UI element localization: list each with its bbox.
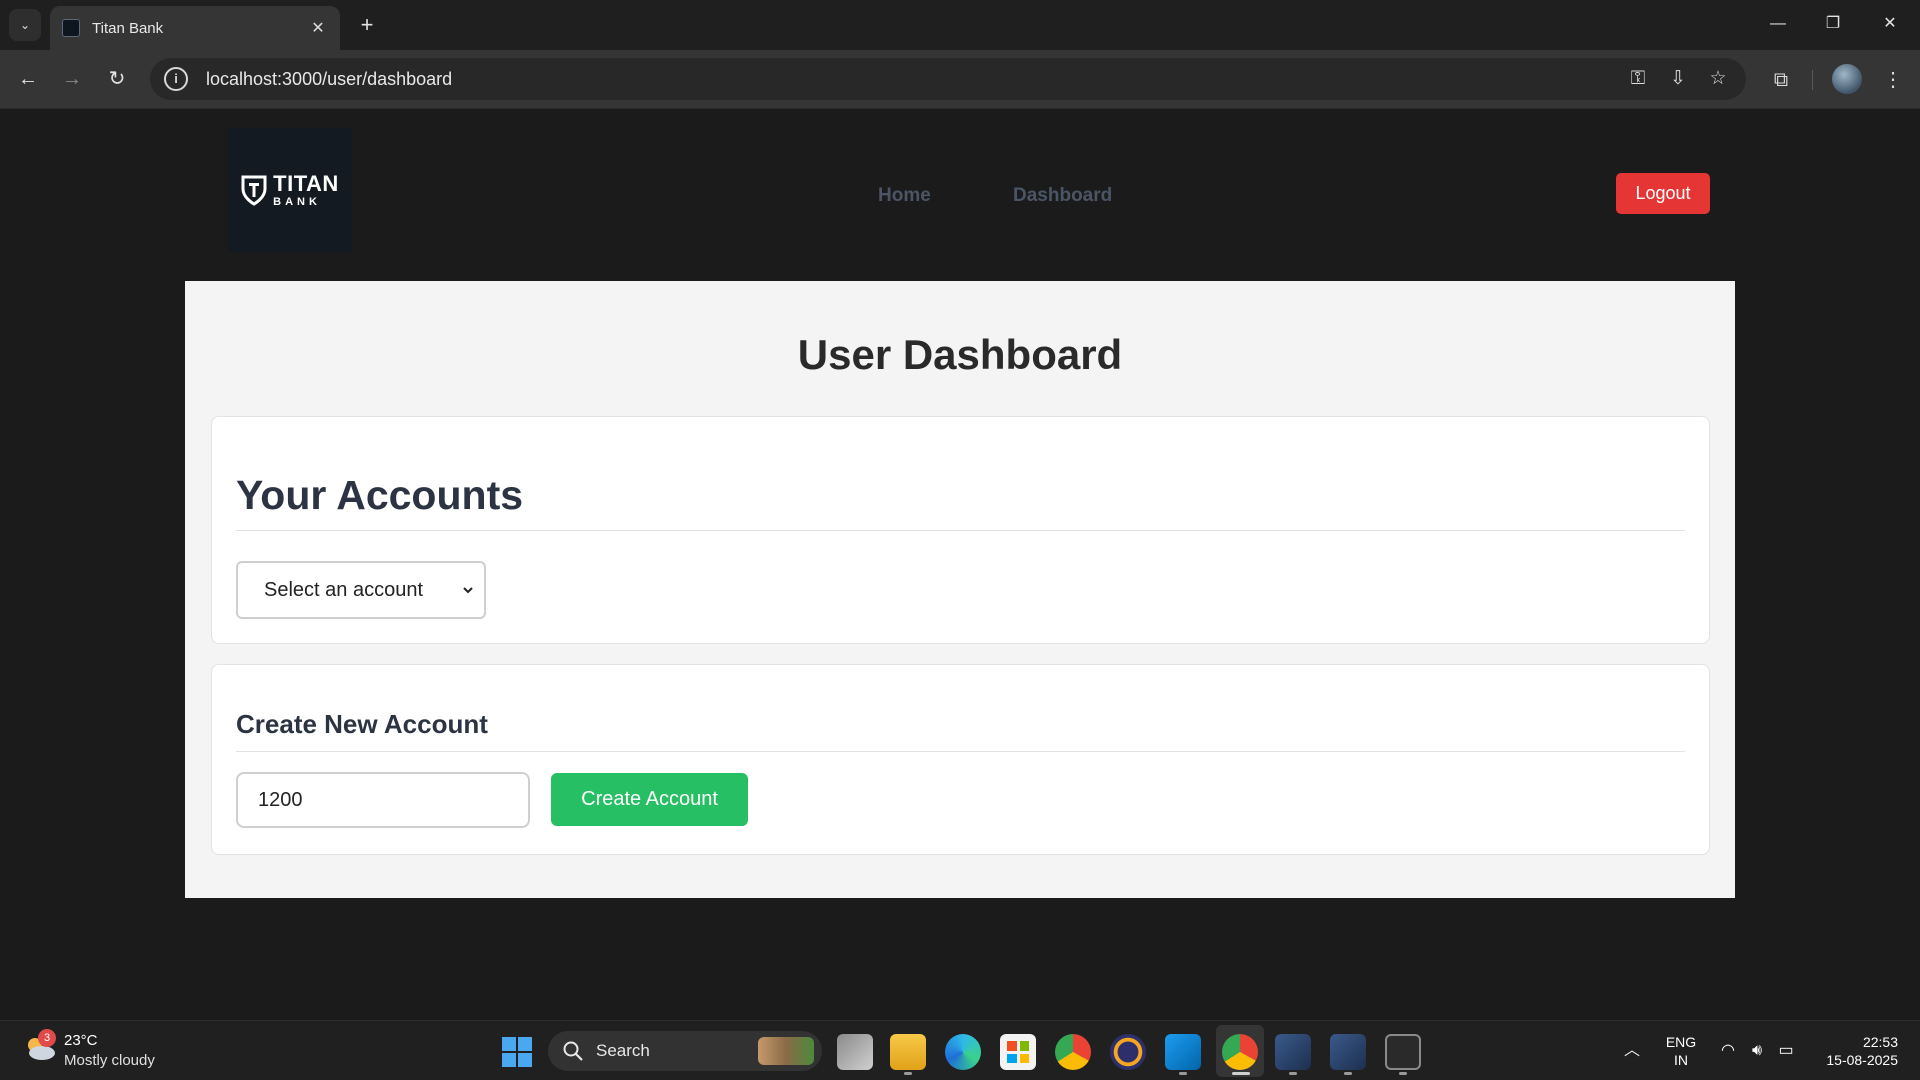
running-indicator: [1344, 1072, 1352, 1075]
logo-title: TITAN: [273, 170, 339, 196]
clock-time: 22:53: [1862, 1034, 1898, 1050]
volume-icon[interactable]: 🔊︎: [1745, 1039, 1769, 1063]
microsoft-store-icon[interactable]: [1000, 1034, 1036, 1070]
tab-favicon-icon: [62, 19, 80, 37]
chrome-active-icon[interactable]: [1222, 1034, 1258, 1070]
new-tab-button[interactable]: +: [352, 10, 382, 40]
address-bar[interactable]: i localhost:3000/user/dashboard ⚿ ⇩ ☆: [150, 58, 1746, 100]
create-account-heading: Create New Account: [236, 709, 488, 739]
running-indicator: [1289, 1072, 1297, 1075]
weather-temperature: 23°C: [64, 1032, 98, 1049]
profile-avatar[interactable]: [1832, 64, 1862, 94]
minimize-icon[interactable]: —: [1760, 8, 1796, 40]
create-account-card: Create New Account Create Account: [211, 664, 1710, 855]
clock-date: 15-08-2025: [1826, 1052, 1898, 1068]
edge-browser-icon[interactable]: [945, 1034, 981, 1070]
input-language[interactable]: ENG IN: [1662, 1033, 1700, 1069]
toolbar-divider: [1812, 70, 1813, 90]
wifi-icon[interactable]: ◠: [1716, 1039, 1740, 1063]
install-app-icon[interactable]: ⇩: [1662, 63, 1694, 95]
url-text[interactable]: localhost:3000/user/dashboard: [206, 69, 452, 90]
accounts-heading: Your Accounts: [236, 472, 524, 518]
browser-toolbar: ← → ↻ i localhost:3000/user/dashboard ⚿ …: [0, 50, 1920, 109]
account-select-value: Select an account: [264, 578, 423, 601]
account-select[interactable]: Select an account: [236, 561, 486, 619]
weather-description: Mostly cloudy: [64, 1052, 155, 1069]
windows-start-icon[interactable]: [502, 1037, 532, 1067]
bookmark-star-icon[interactable]: ☆: [1702, 63, 1734, 95]
terminal-icon[interactable]: [1385, 1034, 1421, 1070]
titan-bank-logo[interactable]: TITAN BANK: [228, 128, 352, 252]
dashboard-panel: User Dashboard Your Accounts Select an a…: [185, 281, 1735, 898]
running-indicator: [1179, 1072, 1187, 1075]
eclipse-ide-icon[interactable]: [1110, 1034, 1146, 1070]
nav-dashboard-link[interactable]: Dashboard: [1013, 185, 1112, 207]
show-hidden-icons-icon[interactable]: ︿: [1620, 1039, 1644, 1063]
chrome-icon[interactable]: [1055, 1034, 1091, 1070]
windows-taskbar: 3 23°C Mostly cloudy Search ︿ ENG IN ◠ 🔊…: [0, 1020, 1920, 1080]
create-account-button[interactable]: Create Account: [551, 773, 748, 826]
initial-amount-input[interactable]: [236, 772, 530, 828]
site-info-icon[interactable]: i: [164, 67, 188, 91]
mysql-workbench-icon-2[interactable]: [1330, 1034, 1366, 1070]
accounts-divider: [236, 530, 1685, 531]
logo-subtitle: BANK: [273, 195, 321, 208]
web-page: TITAN BANK Home Dashboard Logout User Da…: [0, 110, 1920, 1020]
active-indicator: [1232, 1072, 1250, 1075]
nav-home-link[interactable]: Home: [878, 185, 931, 207]
mysql-workbench-icon[interactable]: [1275, 1034, 1311, 1070]
create-account-divider: [236, 751, 1685, 752]
page-title: User Dashboard: [797, 331, 1123, 378]
task-view-icon[interactable]: [837, 1034, 873, 1070]
reload-icon[interactable]: ↻: [101, 63, 133, 95]
forward-arrow-icon[interactable]: →: [56, 63, 88, 95]
chevron-down-icon: [463, 587, 473, 594]
file-explorer-icon[interactable]: [890, 1034, 926, 1070]
password-key-icon[interactable]: ⚿: [1622, 63, 1654, 95]
region-code: IN: [1674, 1052, 1688, 1068]
tab-title: Titan Bank: [92, 19, 164, 37]
accounts-card: Your Accounts Select an account: [211, 416, 1710, 644]
search-icon: [563, 1041, 583, 1061]
extensions-icon[interactable]: ⧉: [1764, 63, 1798, 97]
browser-tab[interactable]: Titan Bank ✕: [50, 6, 340, 50]
running-indicator: [904, 1072, 912, 1075]
search-highlight-image: [758, 1037, 814, 1065]
back-arrow-icon[interactable]: ←: [12, 63, 44, 95]
shield-logo-icon: [241, 175, 267, 206]
language-code: ENG: [1665, 1034, 1697, 1050]
logout-button[interactable]: Logout: [1616, 173, 1710, 214]
search-label: Search: [596, 1041, 650, 1060]
running-indicator: [1399, 1072, 1407, 1075]
system-clock[interactable]: 22:53 15-08-2025: [1806, 1033, 1898, 1069]
browser-menu-icon[interactable]: ⋮: [1876, 63, 1910, 97]
window-close-icon[interactable]: ✕: [1872, 8, 1908, 40]
weather-badge: 3: [38, 1029, 56, 1047]
browser-tab-strip: ⌄ Titan Bank ✕ + — ❐ ✕: [0, 0, 1920, 50]
taskbar-search[interactable]: Search: [548, 1031, 822, 1071]
restore-icon[interactable]: ❐: [1815, 8, 1851, 40]
battery-icon[interactable]: ▭: [1774, 1039, 1798, 1063]
vscode-icon[interactable]: [1165, 1034, 1201, 1070]
tab-search-button[interactable]: ⌄: [9, 9, 41, 41]
tab-close-icon[interactable]: ✕: [308, 18, 328, 38]
